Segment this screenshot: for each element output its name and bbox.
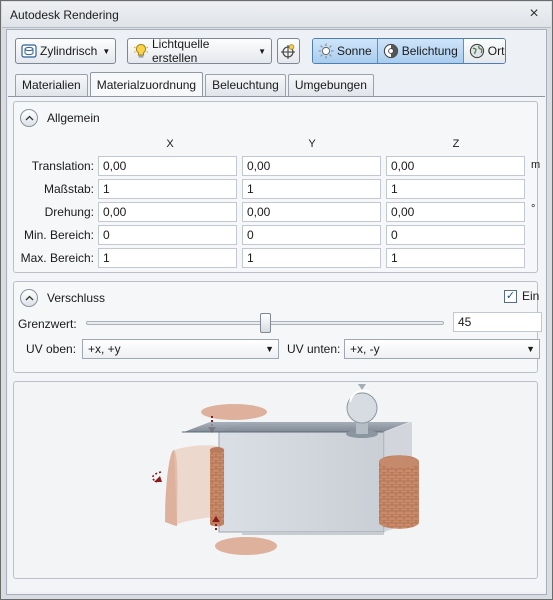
column-header-y: Y: [308, 138, 316, 150]
tab-material-mapping[interactable]: Materialzuordnung: [89, 72, 204, 96]
uv-top-select[interactable]: +x, +y ▼: [82, 339, 279, 359]
uv-bottom-value: +x, -y: [350, 342, 380, 356]
general-section-header[interactable]: Allgemein: [20, 108, 100, 128]
chevron-down-icon: ▼: [258, 46, 266, 56]
chevron-down-icon: ▼: [102, 46, 111, 56]
mapping-type-label: Zylindrisch: [40, 44, 98, 58]
translation-z-field[interactable]: 0,00: [386, 156, 525, 176]
rotation-x-field[interactable]: 0,00: [98, 202, 237, 222]
closure-section-title: Verschluss: [47, 291, 106, 305]
uv-top-label: UV oben:: [26, 342, 77, 356]
min-range-z-field[interactable]: 0: [386, 225, 525, 245]
material-mapping-panel: Allgemein X Y Z Translation: 0,00 0,00 0…: [8, 96, 545, 592]
rendering-content: Zylindrisch ▼ Lichtquelle erstellen ▼ So…: [6, 29, 547, 595]
close-icon[interactable]: ×: [525, 5, 543, 23]
translation-y-field[interactable]: 0,00: [242, 156, 381, 176]
threshold-slider-thumb[interactable]: [259, 313, 271, 333]
tab-strip: Materialien Materialzuordnung Beleuchtun…: [15, 72, 376, 96]
light-target-icon: [280, 43, 296, 59]
globe-icon: [469, 43, 485, 59]
chevron-up-icon[interactable]: [20, 289, 38, 307]
location-toggle-button[interactable]: Ort: [463, 39, 505, 63]
translation-unit: m: [531, 159, 541, 171]
closure-enabled-label: Ein: [522, 289, 540, 303]
sun-toggle-button[interactable]: Sonne: [313, 39, 378, 63]
translation-x-field[interactable]: 0,00: [98, 156, 237, 176]
sun-icon: [318, 43, 334, 59]
general-section: Allgemein X Y Z Translation: 0,00 0,00 0…: [13, 101, 541, 273]
max-range-label: Max. Bereich:: [20, 251, 94, 265]
mapping-preview: [13, 381, 538, 579]
scale-y-field[interactable]: 1: [242, 179, 381, 199]
min-range-x-field[interactable]: 0: [98, 225, 237, 245]
column-header-z: Z: [452, 138, 460, 150]
column-header-x: X: [166, 138, 174, 150]
closure-section-header[interactable]: Verschluss: [20, 288, 105, 308]
exposure-toggle-button[interactable]: Belichtung: [377, 39, 464, 63]
max-range-z-field[interactable]: 1: [386, 248, 525, 268]
chevron-down-icon: ▼: [526, 344, 535, 354]
scale-x-field[interactable]: 1: [98, 179, 237, 199]
min-range-label: Min. Bereich:: [23, 228, 94, 242]
tab-environments[interactable]: Umgebungen: [287, 74, 374, 96]
threshold-label: Grenzwert:: [18, 317, 77, 331]
max-range-x-field[interactable]: 1: [98, 248, 237, 268]
uv-bottom-label: UV unten:: [287, 342, 341, 356]
window-title: Autodesk Rendering: [10, 8, 119, 22]
tab-materials[interactable]: Materialien: [15, 74, 88, 96]
rotation-z-field[interactable]: 0,00: [386, 202, 525, 222]
rotation-y-field[interactable]: 0,00: [242, 202, 381, 222]
tab-lighting[interactable]: Beleuchtung: [205, 74, 286, 96]
closure-section: Verschluss ✓ Ein Grenzwert: 45 UV oben: …: [13, 281, 542, 373]
max-range-y-field[interactable]: 1: [242, 248, 381, 268]
sun-toggle-label: Sonne: [337, 44, 372, 58]
uv-bottom-select[interactable]: +x, -y ▼: [344, 339, 540, 359]
exposure-icon: [383, 43, 399, 59]
light-target-button[interactable]: [277, 38, 300, 64]
uv-top-value: +x, +y: [88, 342, 121, 356]
rotation-label: Drehung:: [44, 205, 94, 219]
location-toggle-label: Ort: [487, 44, 505, 58]
min-range-y-field[interactable]: 0: [242, 225, 381, 245]
mapping-type-button[interactable]: Zylindrisch ▼: [15, 38, 116, 64]
rendering-window: Autodesk Rendering × Zylindrisch ▼ Licht…: [0, 0, 553, 600]
general-section-title: Allgemein: [47, 111, 100, 125]
closure-enabled-checkbox[interactable]: ✓: [504, 290, 517, 303]
chevron-down-icon: ▼: [265, 344, 274, 354]
title-bar[interactable]: Autodesk Rendering ×: [2, 2, 551, 28]
lightbulb-icon: [133, 43, 149, 59]
chevron-up-icon[interactable]: [20, 109, 38, 127]
scale-label: Maßstab:: [43, 182, 94, 196]
rotation-unit: °: [531, 203, 536, 215]
translation-label: Translation:: [31, 159, 94, 173]
scale-z-field[interactable]: 1: [386, 179, 525, 199]
create-light-button[interactable]: Lichtquelle erstellen ▼: [127, 37, 272, 65]
environment-toggle-group: Sonne Belichtung Ort: [312, 38, 506, 64]
cylindrical-mapping-preview-image: [151, 384, 419, 555]
exposure-toggle-label: Belichtung: [401, 44, 458, 58]
threshold-value-field[interactable]: 45: [453, 312, 542, 332]
create-light-label: Lichtquelle erstellen: [152, 37, 210, 65]
cylinder-mapping-icon: [21, 43, 37, 59]
